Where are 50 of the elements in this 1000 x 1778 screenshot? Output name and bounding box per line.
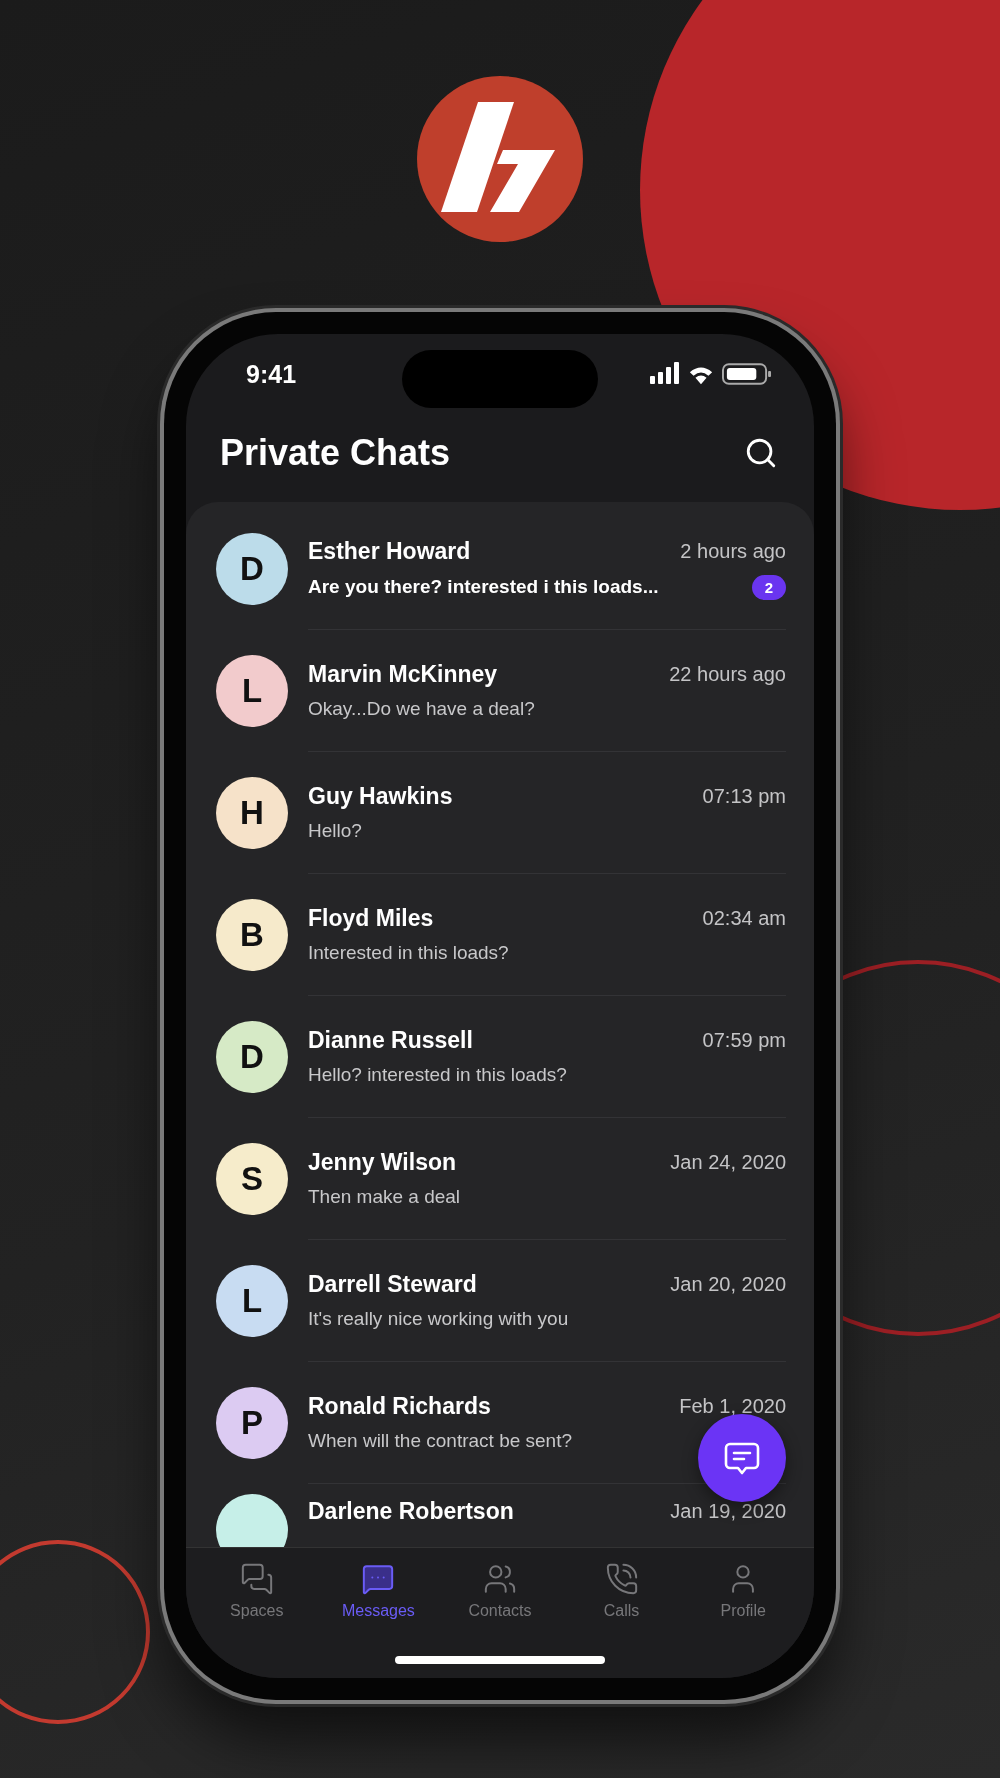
contact-name[interactable]: Darrell Steward — [308, 1271, 477, 1298]
message-time: 07:13 pm — [702, 785, 786, 808]
tab[interactable]: Contacts — [445, 1562, 555, 1620]
contact-name[interactable]: Guy Hawkins — [308, 783, 453, 810]
status-time: 9:41 — [246, 359, 297, 389]
message-preview: When will the contract be sent? — [308, 1430, 573, 1452]
signal-icon — [650, 362, 680, 386]
battery-icon — [722, 363, 772, 385]
message-preview: Okay...Do we have a deal? — [308, 698, 535, 720]
avatar: D — [216, 1021, 288, 1093]
logo-icon — [415, 74, 585, 244]
tab[interactable]: Spaces — [201, 1562, 312, 1620]
contact-name[interactable]: Ronald Richards — [308, 1393, 491, 1420]
contact-name[interactable]: Darlene Robertson — [308, 1498, 514, 1525]
message-time: Jan 24, 2020 — [670, 1151, 786, 1174]
tab[interactable]: Calls — [566, 1562, 677, 1620]
message-icon — [361, 1562, 396, 1596]
message-time: 2 hours ago — [680, 539, 786, 563]
tab[interactable]: Messages — [323, 1562, 434, 1620]
avatar: B — [216, 899, 288, 971]
message-time: Jan 19, 2020 — [670, 1500, 786, 1523]
avatar: L — [216, 1265, 288, 1337]
message-time: 07:59 pm — [702, 1029, 786, 1052]
avatar: S — [216, 1143, 288, 1215]
message-preview: Then make a deal — [308, 1186, 461, 1208]
contact-name[interactable]: Dianne Russell — [308, 1027, 473, 1054]
avatar: L — [216, 655, 288, 727]
contact-name[interactable]: Esther Howard — [308, 537, 471, 565]
message-preview: Are you there? interested i this loads... — [308, 576, 659, 598]
page-title: Private Chats — [220, 432, 451, 474]
search-button[interactable] — [744, 436, 778, 470]
unread-count: 2 — [751, 574, 786, 600]
message-preview: It's really nice working with you — [308, 1308, 569, 1330]
message-time: Feb 1, 2020 — [679, 1395, 786, 1418]
avatar: H — [216, 777, 288, 849]
message-time: 22 hours ago — [669, 663, 786, 686]
message-time: 02:34 am — [702, 907, 786, 930]
phone-icon — [604, 1562, 639, 1596]
contact-name[interactable]: Floyd Miles — [308, 905, 434, 932]
avatar: P — [216, 1387, 288, 1459]
message-time: Jan 20, 2020 — [670, 1273, 786, 1296]
message-preview: Hello? interested in this loads? — [308, 1064, 567, 1086]
contact-name[interactable]: Marvin McKinney — [308, 661, 498, 688]
chat-bubbles-icon — [239, 1562, 274, 1596]
message-preview: Interested in this loads? — [308, 942, 509, 964]
avatar: D — [216, 533, 288, 605]
tab[interactable]: Profile — [688, 1562, 799, 1620]
contact-name[interactable]: Jenny Wilson — [308, 1149, 457, 1176]
message-preview: Hello? — [308, 820, 362, 842]
people-icon — [483, 1562, 517, 1596]
